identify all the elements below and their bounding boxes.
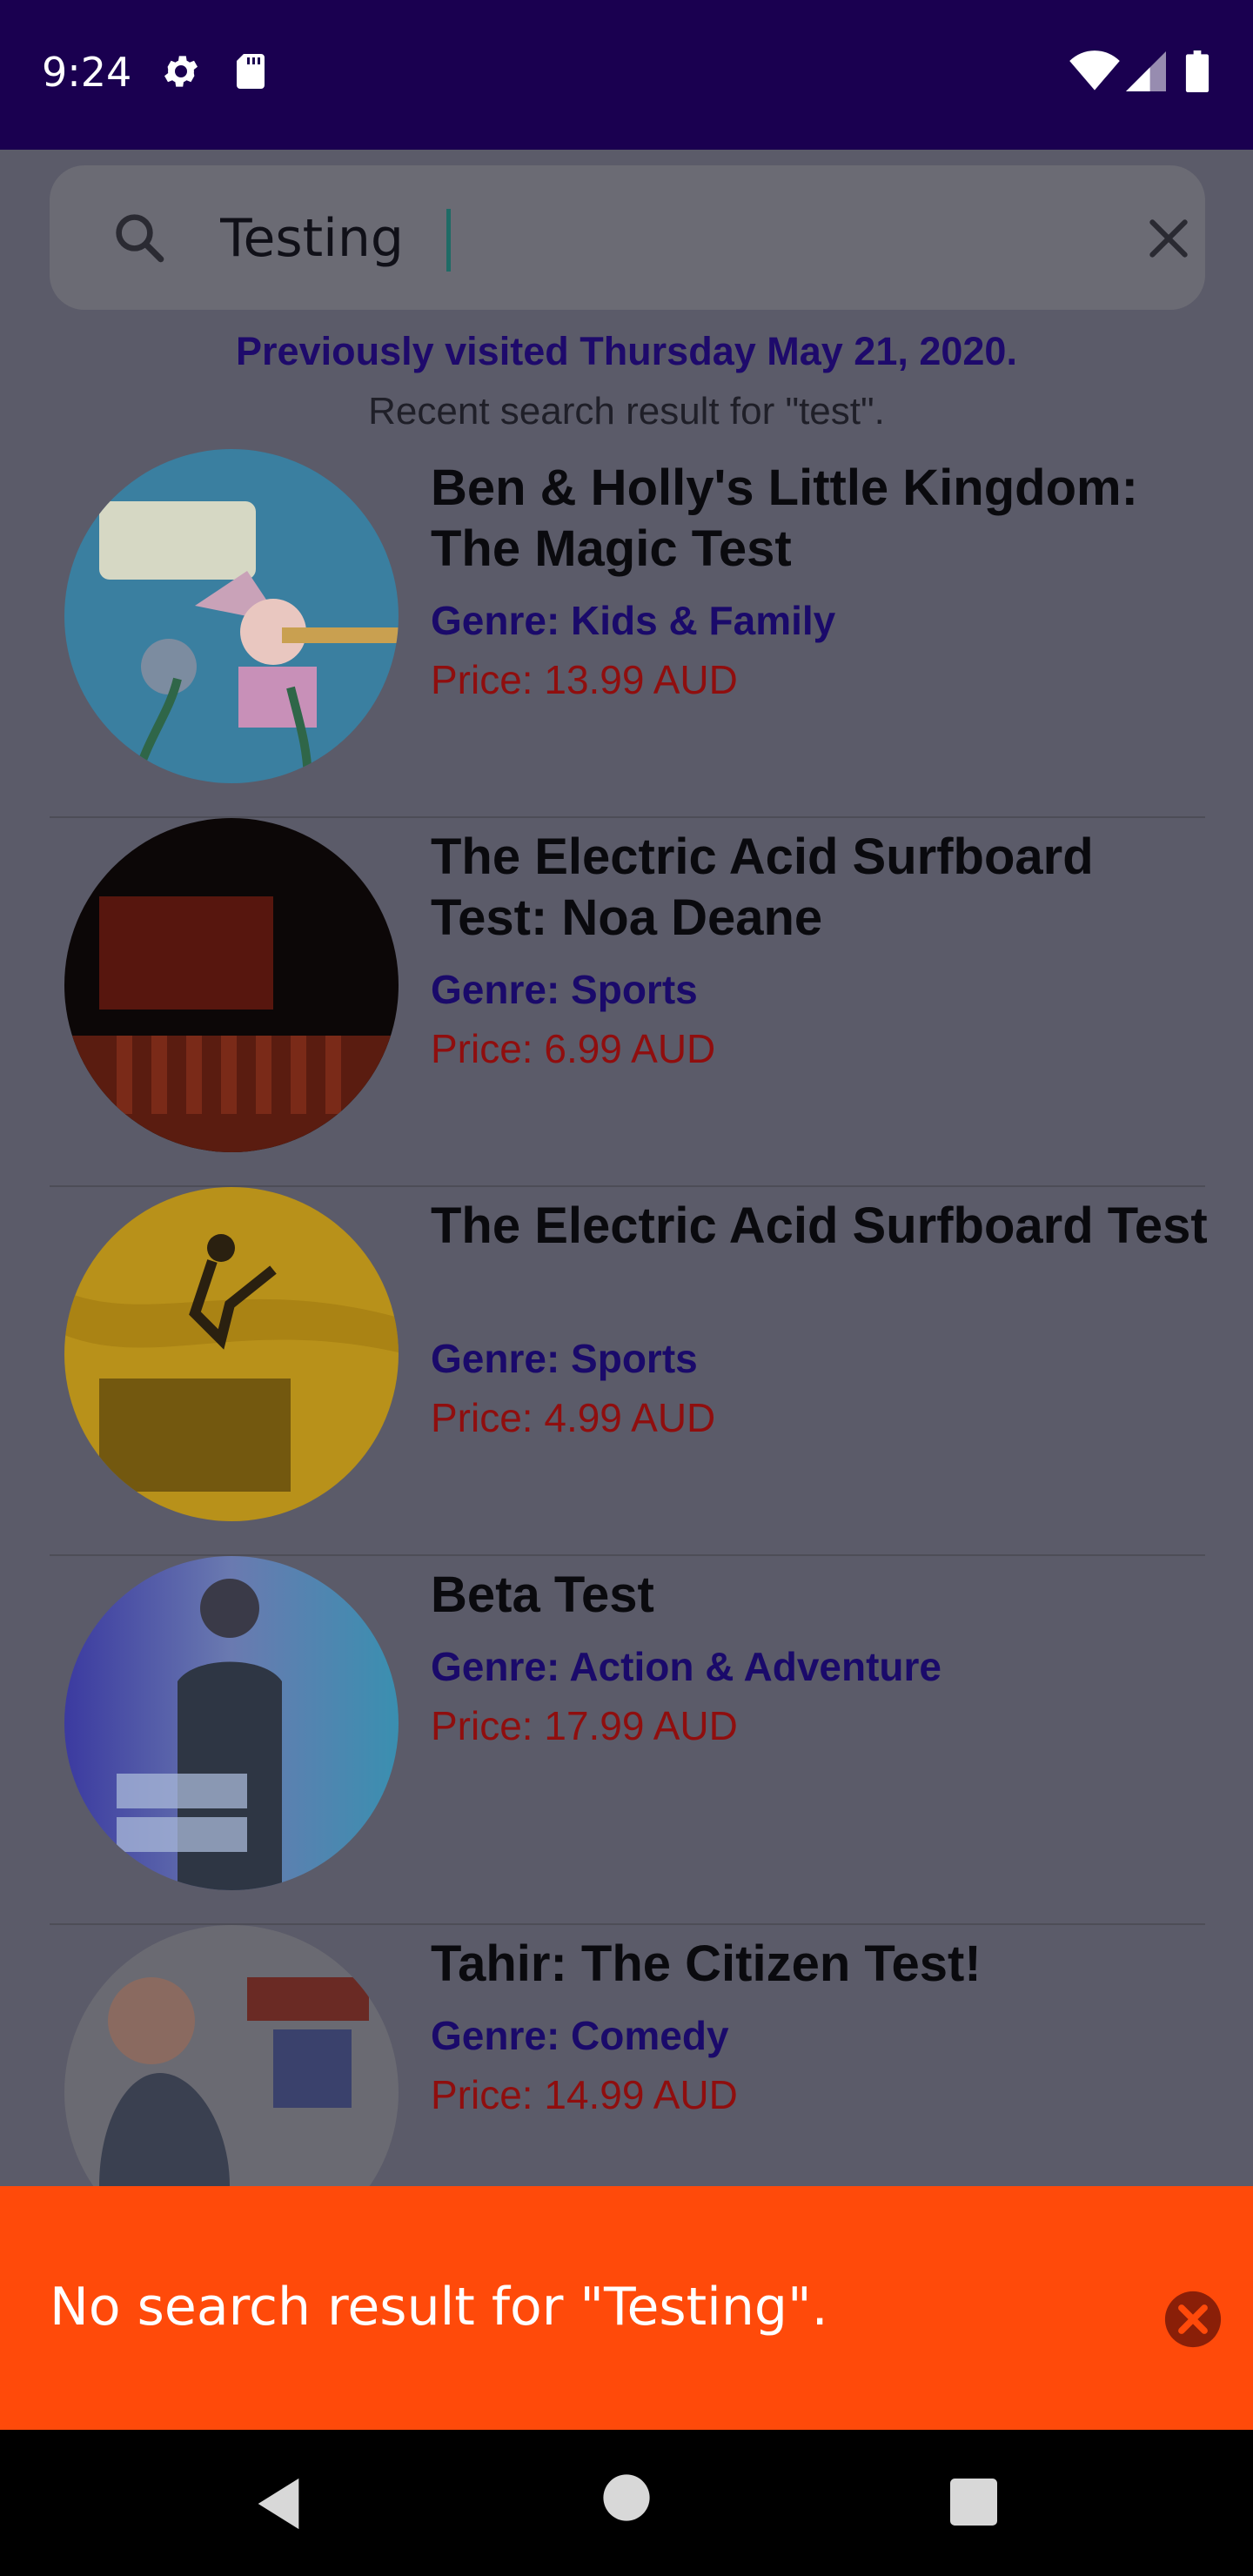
- item-title: Beta Test: [431, 1566, 654, 1623]
- item-price: Price: 13.99 AUD: [431, 657, 738, 702]
- item-price: Price: 6.99 AUD: [431, 1026, 716, 1071]
- snackbar-message: No search result for "Testing".: [50, 2277, 828, 2338]
- sd-card-icon: [237, 54, 265, 89]
- movie-poster-thumbnail: [64, 1556, 399, 1890]
- list-item[interactable]: The Electric Acid Surfboard Test Genre: …: [50, 1187, 1208, 1556]
- signal-icon: [1126, 51, 1166, 91]
- recent-search-label: Recent search result for "test".: [368, 390, 885, 433]
- home-icon[interactable]: [602, 2473, 651, 2522]
- status-bar: 9:24: [0, 0, 1253, 150]
- search-input[interactable]: [220, 202, 1003, 275]
- item-title: The Electric Acid Surfboard Test: [431, 1197, 1208, 1254]
- error-snackbar: No search result for "Testing".: [0, 2186, 1253, 2430]
- item-title: Ben & Holly's Little Kingdom: The Magic …: [431, 460, 1138, 577]
- list-item[interactable]: The Electric Acid Surfboard Test: Noa De…: [50, 818, 1205, 1187]
- item-genre: Genre: Comedy: [431, 2013, 729, 2058]
- item-genre: Genre: Action & Adventure: [431, 1644, 941, 1689]
- search-results-screen: Previously visited Thursday May 21, 2020…: [0, 150, 1253, 2259]
- search-bar[interactable]: [50, 165, 1205, 310]
- battery-icon: [1185, 50, 1209, 92]
- close-icon[interactable]: [1163, 2289, 1223, 2350]
- back-icon[interactable]: [252, 2473, 305, 2534]
- previously-visited-label: Previously visited Thursday May 21, 2020…: [236, 329, 1017, 373]
- text-cursor: [446, 209, 451, 272]
- list-item[interactable]: Ben & Holly's Little Kingdom: The Magic …: [50, 449, 1205, 818]
- wifi-icon: [1069, 50, 1120, 91]
- movie-poster-thumbnail: [64, 449, 399, 783]
- movie-poster-thumbnail: [64, 818, 399, 1152]
- movie-poster-thumbnail: [64, 1187, 399, 1521]
- status-time: 9:24: [42, 49, 132, 96]
- item-genre: Genre: Kids & Family: [431, 598, 836, 643]
- item-genre: Genre: Sports: [431, 1336, 698, 1381]
- clear-search-icon[interactable]: [1144, 214, 1193, 263]
- item-price: Price: 14.99 AUD: [431, 2072, 738, 2117]
- navigation-bar: [0, 2430, 1253, 2576]
- item-price: Price: 17.99 AUD: [431, 1703, 738, 1748]
- settings-icon: [164, 56, 198, 87]
- item-title: Tahir: The Citizen Test!: [431, 1935, 982, 1992]
- item-title: The Electric Acid Surfboard Test: Noa De…: [431, 828, 1094, 946]
- search-icon: [116, 214, 164, 263]
- list-item[interactable]: Beta Test Genre: Action & Adventure Pric…: [50, 1556, 1205, 1925]
- recent-apps-icon[interactable]: [950, 2479, 997, 2526]
- item-genre: Genre: Sports: [431, 967, 698, 1012]
- item-price: Price: 4.99 AUD: [431, 1395, 716, 1440]
